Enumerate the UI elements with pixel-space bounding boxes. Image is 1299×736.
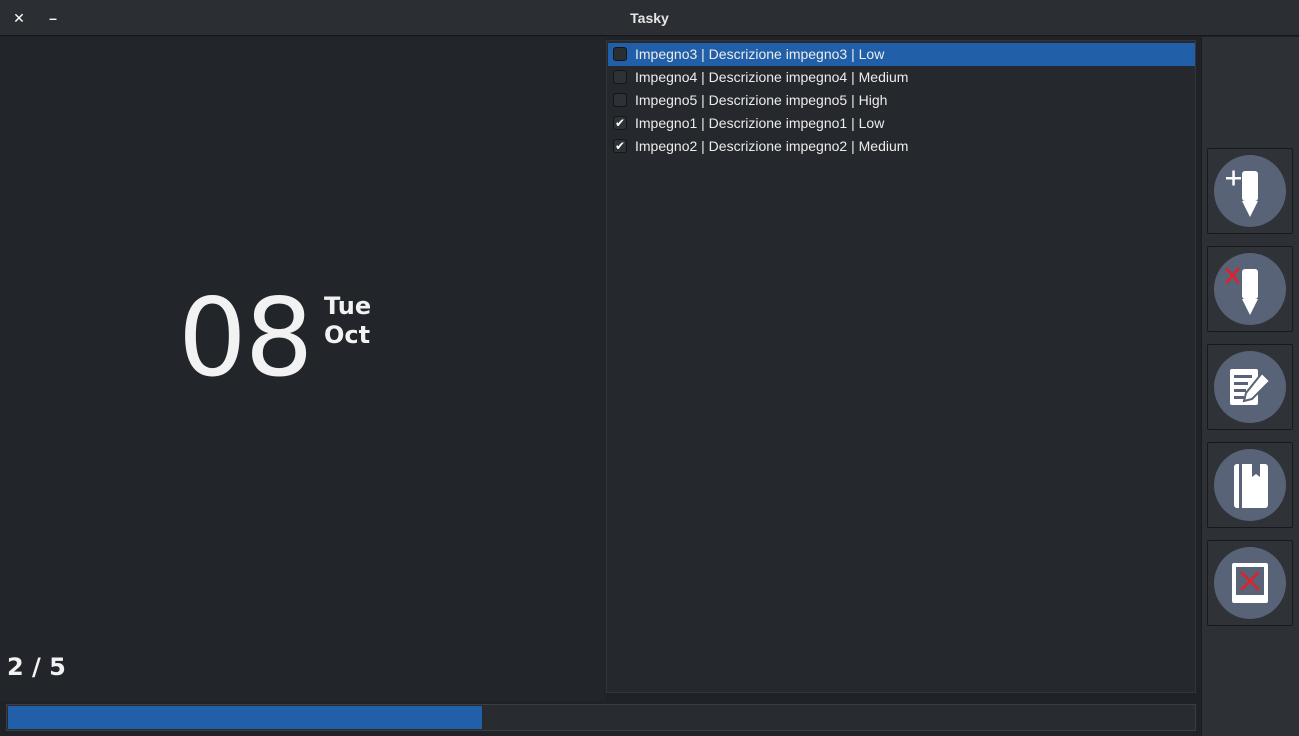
date-month: Oct [324,321,371,349]
add-task-button[interactable] [1207,148,1293,234]
task-label: Impegno4 | Descrizione impegno4 | Medium [635,69,909,85]
edit-task-button[interactable] [1207,344,1293,430]
title-bar: Tasky ✕ – [0,0,1299,36]
edit-task-icon [1214,351,1286,423]
task-checkbox[interactable]: ✔ [613,139,627,153]
window-close-button[interactable]: ✕ [7,6,31,30]
delete-task-button[interactable] [1207,246,1293,332]
date-weekday: Tue [324,292,372,320]
task-row[interactable]: ✔ Impegno1 | Descrizione impegno1 | Low [608,112,1195,135]
task-checkbox[interactable]: ✔ [613,116,627,130]
delete-task-icon [1214,253,1286,325]
task-checkbox[interactable] [613,93,627,107]
task-row[interactable]: ✔ Impegno2 | Descrizione impegno2 | Medi… [608,135,1195,158]
window-minimize-button[interactable]: – [41,6,65,30]
completed-counter: 2 / 5 [7,653,66,681]
window-title: Tasky [630,10,669,26]
notebook-button[interactable] [1207,442,1293,528]
notebook-icon [1214,449,1286,521]
progress-fill [8,706,482,729]
add-task-icon [1214,155,1286,227]
task-checkbox[interactable] [613,47,627,61]
task-label: Impegno1 | Descrizione impegno1 | Low [635,115,885,131]
close-app-icon [1214,547,1286,619]
date-day: 08 [178,276,313,401]
task-label: Impegno2 | Descrizione impegno2 | Medium [635,138,909,154]
task-row[interactable]: Impegno5 | Descrizione impegno5 | High [608,89,1195,112]
task-row[interactable]: Impegno3 | Descrizione impegno3 | Low [608,43,1195,66]
task-label: Impegno3 | Descrizione impegno3 | Low [635,46,885,62]
task-label: Impegno5 | Descrizione impegno5 | High [635,92,888,108]
task-row[interactable]: Impegno4 | Descrizione impegno4 | Medium [608,66,1195,89]
completion-progress-bar [6,704,1196,731]
date-panel: 08 Tue Oct 2 / 5 [0,37,606,701]
task-list[interactable]: Impegno3 | Descrizione impegno3 | Low Im… [606,40,1196,693]
task-checkbox[interactable] [613,70,627,84]
close-app-button[interactable] [1207,540,1293,626]
